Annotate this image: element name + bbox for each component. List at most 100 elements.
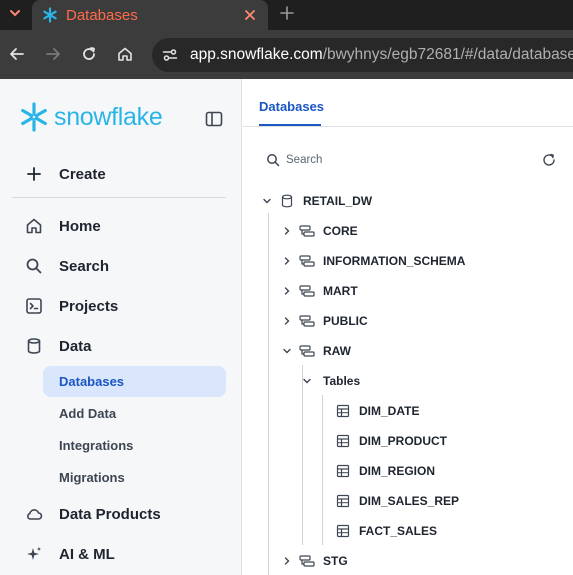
tab-search-dropdown[interactable] — [0, 0, 30, 26]
sidebar-panel-icon — [205, 111, 223, 127]
site-settings-icon[interactable] — [162, 47, 178, 63]
schema-name: PUBLIC — [323, 314, 368, 328]
browser-tab[interactable]: Databases — [32, 0, 268, 30]
tree-schema-row[interactable]: PUBLIC — [281, 310, 368, 332]
close-icon — [245, 10, 255, 20]
database-name: RETAIL_DW — [303, 194, 373, 208]
folder-name: Tables — [323, 374, 361, 388]
table-name: DIM_REGION — [359, 464, 436, 478]
object-search[interactable]: Search — [266, 151, 556, 169]
sidebar-subitem-integrations[interactable]: Integrations — [43, 430, 226, 461]
create-button[interactable]: Create — [12, 158, 226, 190]
sidebar-item-data-products[interactable]: Data Products — [12, 498, 226, 530]
schema-name: STG — [323, 554, 348, 568]
sidebar-item-search[interactable]: Search — [12, 250, 226, 282]
tree-table-row[interactable]: FACT_SALES — [335, 520, 437, 542]
table-icon — [335, 523, 351, 539]
tree-table-row[interactable]: DIM_REGION — [335, 460, 435, 482]
search-input[interactable]: Search — [286, 154, 542, 166]
search-icon — [24, 256, 44, 276]
refresh-icon[interactable] — [542, 153, 556, 167]
chevron-right-icon[interactable] — [281, 255, 293, 267]
tab-title: Databases — [66, 6, 138, 24]
home-button[interactable] — [113, 42, 137, 66]
table-name: DIM_SALES_REP — [359, 494, 460, 508]
url-text[interactable]: app.snowflake.com/bwyhnys/egb72681/#/dat… — [190, 46, 573, 64]
database-icon — [279, 193, 295, 209]
tree-table-row[interactable]: DIM_PRODUCT — [335, 430, 447, 452]
url-host: app.snowflake.com — [190, 46, 323, 63]
sidebar-item-home[interactable]: Home — [12, 210, 226, 242]
tree-schema-row[interactable]: MART — [281, 280, 358, 302]
tree-guide-database — [268, 213, 269, 575]
back-button[interactable] — [5, 42, 29, 66]
sidebar: snowflake Create Home Search Projects Da… — [0, 79, 242, 575]
schema-icon — [299, 223, 315, 239]
tree-database-row[interactable]: RETAIL_DW — [261, 190, 372, 212]
schema-name: INFORMATION_SCHEMA — [323, 254, 466, 268]
schema-name: MART — [323, 284, 358, 298]
tree-schema-row[interactable]: STG — [281, 550, 348, 572]
sparkle-icon — [24, 544, 44, 564]
create-label: Create — [59, 165, 106, 183]
tab-close-button[interactable] — [240, 5, 260, 25]
url-path: /bwyhnys/egb72681/#/data/databases — [322, 46, 573, 63]
forward-button[interactable] — [41, 42, 65, 66]
home-icon — [24, 216, 44, 236]
table-icon — [335, 463, 351, 479]
tree-table-row[interactable]: DIM_DATE — [335, 400, 419, 422]
table-icon — [335, 403, 351, 419]
chevron-right-icon[interactable] — [281, 225, 293, 237]
snowflake-logo-icon — [21, 102, 47, 132]
tree-schema-row[interactable]: INFORMATION_SCHEMA — [281, 250, 465, 272]
sidebar-item-label: Data — [59, 337, 92, 355]
tree-table-row[interactable]: DIM_SALES_REP — [335, 490, 459, 512]
snowflake-logo[interactable]: snowflake — [18, 101, 163, 133]
home-icon — [118, 47, 132, 61]
tree-guide-raw — [302, 365, 303, 545]
tab-databases[interactable]: Databases — [259, 99, 324, 114]
sidebar-item-label: Home — [59, 217, 101, 235]
cloud-icon — [24, 504, 44, 524]
chevron-down-icon[interactable] — [281, 345, 293, 357]
schema-icon — [299, 253, 315, 269]
terminal-icon — [24, 296, 44, 316]
sidebar-item-data[interactable]: Data — [12, 330, 226, 362]
table-name: DIM_PRODUCT — [359, 434, 448, 448]
sidebar-item-label: Search — [59, 257, 110, 275]
schema-name: CORE — [323, 224, 358, 238]
tree-schema-row[interactable]: CORE — [281, 220, 358, 242]
tree-schema-row-expanded[interactable]: RAW — [281, 340, 351, 362]
sidebar-subitem-migrations[interactable]: Migrations — [43, 462, 226, 493]
snowflake-favicon-icon — [43, 7, 57, 23]
chevron-down-icon[interactable] — [301, 375, 313, 387]
browser-tab-bar: Databases — [0, 0, 573, 30]
arrow-left-icon — [10, 48, 24, 60]
table-icon — [335, 433, 351, 449]
object-explorer: Databases Search RETAIL_DW CORE INFORMAT… — [243, 79, 573, 575]
sidebar-subitem-add-data[interactable]: Add Data — [43, 398, 226, 429]
chevron-down-icon — [10, 10, 20, 17]
chevron-down-icon[interactable] — [261, 195, 273, 207]
sidebar-item-ai-ml[interactable]: AI & ML — [12, 538, 226, 570]
tree-guide-tables — [322, 395, 323, 545]
sidebar-subitem-databases[interactable]: Databases — [43, 366, 226, 397]
database-icon — [24, 336, 44, 356]
table-name: DIM_DATE — [359, 404, 420, 418]
new-tab-button[interactable] — [276, 2, 298, 24]
schema-icon — [299, 313, 315, 329]
address-bar[interactable]: app.snowflake.com/bwyhnys/egb72681/#/dat… — [152, 38, 573, 72]
search-icon — [267, 154, 280, 167]
sidebar-divider — [12, 197, 226, 198]
reload-button[interactable] — [77, 42, 101, 66]
table-icon — [335, 493, 351, 509]
sidebar-toggle-button[interactable] — [204, 109, 224, 129]
chevron-right-icon[interactable] — [281, 555, 293, 567]
chevron-right-icon[interactable] — [281, 285, 293, 297]
tree-folder-row[interactable]: Tables — [301, 370, 360, 392]
logo-text: snowflake — [54, 102, 163, 131]
sidebar-item-projects[interactable]: Projects — [12, 290, 226, 322]
table-name: FACT_SALES — [359, 524, 438, 538]
sidebar-item-label: AI & ML — [59, 545, 115, 563]
chevron-right-icon[interactable] — [281, 315, 293, 327]
